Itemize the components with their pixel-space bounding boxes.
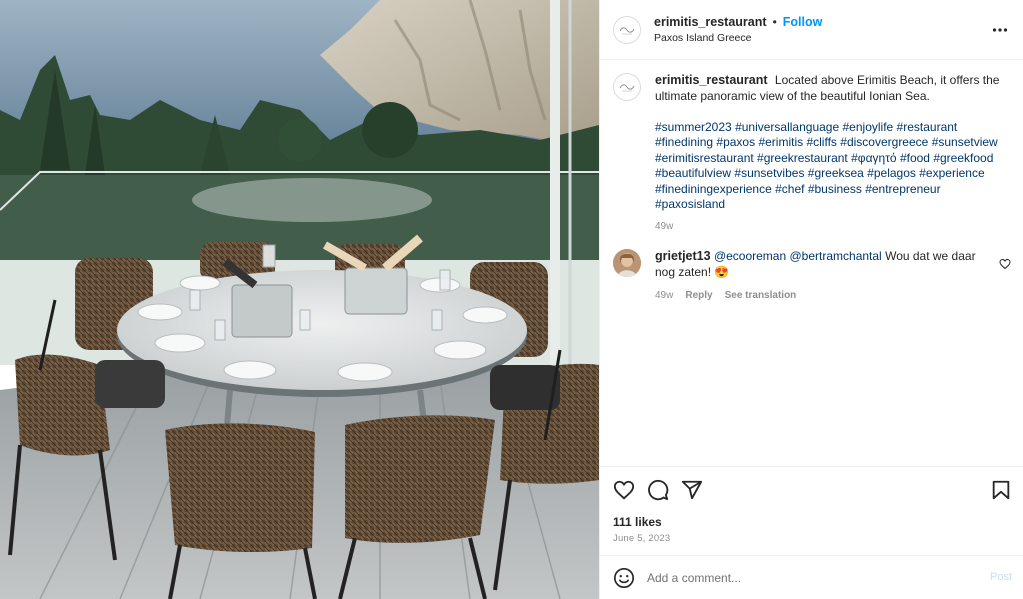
hashtag-link[interactable]: #food [900,151,930,165]
hashtag-link[interactable]: #φαγητό [851,151,896,165]
hashtag-link[interactable]: #sunsetview [932,135,998,149]
follow-button[interactable]: Follow [783,14,823,30]
hashtag-link[interactable]: #summer2023 [655,120,732,134]
comment-input[interactable] [647,570,967,585]
post-side-panel: erimitis_restaurant • Follow Paxos Islan… [599,0,1023,599]
hashtag-link[interactable]: #chef [775,182,804,196]
likes-count[interactable]: 111 likes [613,515,662,529]
heart-icon[interactable] [613,479,635,501]
action-icons [613,479,703,501]
post-date: June 5, 2023 [613,533,671,544]
mention-link[interactable]: @bertramchantal [790,249,882,263]
hashtag-link[interactable]: #pelagos [867,166,916,180]
hashtag-link[interactable]: #cliffs [806,135,836,149]
hashtag-link[interactable]: #erimitisrestaurant [655,151,754,165]
hashtag-link[interactable]: #entrepreneur [865,182,940,196]
comment-age: 49w [655,290,674,301]
comment-like-icon[interactable] [999,258,1011,270]
hashtag-list: #summer2023 #universallanguage #enjoylif… [655,120,1011,213]
hashtag-link[interactable]: #finedining [655,135,713,149]
commenter-username[interactable]: grietjet13 [655,249,711,263]
hashtag-link[interactable]: #paxosisland [655,197,725,211]
restaurant-logo-avatar[interactable] [613,15,641,44]
hashtag-link[interactable]: #erimitis [758,135,803,149]
comments-section[interactable]: erimitis_restaurant Located above Erimit… [600,61,1023,466]
user-photo-icon [613,249,641,277]
hashtag-link[interactable]: #sunsetvibes [734,166,804,180]
hashtag-link[interactable]: #greeksea [808,166,864,180]
hashtag-link[interactable]: #greekfood [933,151,993,165]
caption: erimitis_restaurant Located above Erimit… [613,73,1013,234]
bookmark-icon[interactable] [990,479,1012,501]
caption-username[interactable]: erimitis_restaurant [655,73,768,87]
header-text: erimitis_restaurant • Follow Paxos Islan… [654,14,822,46]
post-actions: 111 likes June 5, 2023 [600,466,1023,555]
share-icon[interactable] [681,479,703,501]
comment-body: grietjet13 @ecooreman @bertramchantal Wo… [655,249,985,304]
hashtag-link[interactable]: #business [808,182,862,196]
caption-body: erimitis_restaurant Located above Erimit… [655,73,1011,234]
commenter-avatar[interactable] [613,249,641,277]
hashtag-link[interactable]: #finediningexperience [655,182,772,196]
add-comment-bar: Post [600,555,1023,599]
logo-icon [619,26,635,34]
reply-button[interactable]: Reply [685,288,712,304]
header-username[interactable]: erimitis_restaurant [654,14,767,30]
caption-avatar[interactable] [613,73,641,101]
hashtag-link[interactable]: #enjoylife [843,120,894,134]
location-link[interactable]: Paxos Island Greece [654,30,822,46]
comment-icon[interactable] [647,479,669,501]
hashtag-link[interactable]: #beautifulview [655,166,731,180]
restaurant-terrace-photo [0,0,599,599]
hashtag-link[interactable]: #experience [919,166,984,180]
comment-meta: 49w Reply See translation [655,288,985,304]
heart-eyes-emoji: 😍 [714,264,730,279]
see-translation-button[interactable]: See translation [725,288,797,304]
hashtag-link[interactable]: #restaurant [897,120,958,134]
separator-dot: • [772,14,777,29]
hashtag-link[interactable]: #paxos [716,135,755,149]
post-header: erimitis_restaurant • Follow Paxos Islan… [600,0,1023,60]
caption-age: 49w [655,220,674,232]
hashtag-link[interactable]: #greekrestaurant [757,151,848,165]
hashtag-link[interactable]: #discovergreece [840,135,928,149]
emoji-icon[interactable] [613,567,635,589]
logo-icon [619,84,635,92]
hashtag-link[interactable]: #universallanguage [735,120,839,134]
comment-item: grietjet13 @ecooreman @bertramchantal Wo… [613,249,1013,304]
post-photo[interactable] [0,0,599,599]
more-icon[interactable] [992,22,1008,38]
mention-link[interactable]: @ecooreman [714,249,786,263]
post-comment-button[interactable]: Post [990,571,1012,583]
